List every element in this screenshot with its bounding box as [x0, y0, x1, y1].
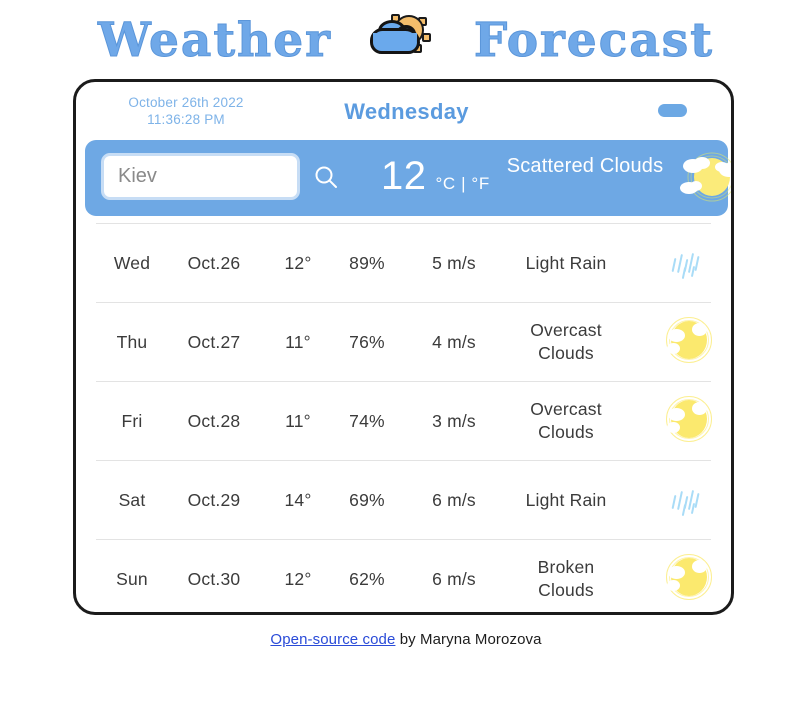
forecast-icon-cell: [652, 303, 724, 381]
search-field-wrapper[interactable]: [101, 153, 300, 200]
rain-icon: [659, 234, 717, 292]
forecast-icon-cell: [652, 461, 724, 539]
forecast-humidity: 76%: [349, 331, 385, 352]
forecast-description: Light Rain: [525, 489, 607, 510]
forecast-wind: 6 m/s: [432, 489, 476, 510]
current-day-name: Wednesday: [344, 99, 469, 124]
table-row: Fri Oct.28 11° 74% 3 m/s Overcast Clouds: [96, 382, 712, 461]
table-row: Thu Oct.27 11° 76% 4 m/s Overcast Clouds: [96, 303, 712, 382]
footer: Open-source code by Maryna Morozova: [0, 631, 812, 648]
forecast-day: Thu: [116, 331, 148, 352]
forecast-description: Broken Clouds: [537, 557, 595, 600]
forecast-humidity: 89%: [349, 252, 385, 273]
forecast-wind: 3 m/s: [432, 410, 476, 431]
current-condition-text: Scattered Clouds: [506, 155, 664, 177]
rain-icon: [659, 471, 717, 529]
forecast-date: Oct.28: [187, 410, 241, 431]
forecast-icon-cell: [652, 224, 724, 302]
forecast-wind: 5 m/s: [432, 252, 476, 273]
forecast-humidity: 74%: [349, 410, 385, 431]
forecast-date: Oct.26: [187, 252, 241, 273]
table-row: Sat Oct.29 14° 69% 6 m/s Light Rain: [96, 461, 711, 540]
forecast-temp: 14°: [284, 489, 312, 510]
forecast-day: Fri: [121, 410, 143, 431]
unit-toggle-switch[interactable]: [658, 104, 687, 117]
forecast-description: Overcast Clouds: [530, 320, 602, 363]
forecast-wind: 4 m/s: [432, 331, 476, 352]
forecast-temp: 11°: [285, 410, 311, 431]
forecast-icon-cell: [652, 540, 724, 612]
forecast-day: Sat: [118, 489, 146, 510]
page-title: Weather Forecast: [0, 6, 812, 74]
page-title-left: Weather: [98, 12, 332, 68]
search-icon[interactable]: [313, 164, 339, 190]
forecast-temp: 12°: [284, 568, 312, 589]
current-temperature-block: 12 °C | °F: [381, 154, 490, 198]
current-weather-band: 12 °C | °F Scattered Clouds: [85, 140, 731, 216]
overcast-clouds-icon: [659, 392, 717, 450]
sun-behind-scattered-clouds-icon: [679, 150, 731, 206]
forecast-wind: 6 m/s: [432, 568, 476, 589]
broken-clouds-icon: [659, 550, 717, 608]
temperature-units-toggle[interactable]: °C | °F: [436, 174, 490, 194]
weather-card: October 26th 2022 11:36:28 PM Wednesday …: [73, 79, 734, 615]
card-header: October 26th 2022 11:36:28 PM Wednesday: [76, 82, 731, 137]
forecast-day: Wed: [113, 252, 151, 273]
sun-behind-cloud-icon: [366, 14, 440, 66]
open-source-code-link[interactable]: Open-source code: [270, 631, 395, 648]
forecast-table: Wed Oct.26 12° 89% 5 m/s Light Rain Thu …: [76, 223, 731, 612]
forecast-description: Light Rain: [525, 252, 607, 273]
search-input[interactable]: [104, 156, 297, 197]
forecast-date: Oct.29: [187, 489, 241, 510]
forecast-day: Sun: [116, 568, 148, 589]
forecast-temp: 11°: [285, 331, 311, 352]
footer-author: by Maryna Morozova: [395, 631, 542, 648]
forecast-date: Oct.30: [187, 568, 241, 589]
overcast-clouds-icon: [659, 313, 717, 371]
forecast-temp: 12°: [284, 252, 312, 273]
forecast-humidity: 69%: [349, 489, 385, 510]
page-title-right: Forecast: [473, 12, 714, 68]
forecast-date: Oct.27: [187, 331, 241, 352]
current-temperature-value: 12: [381, 154, 427, 198]
table-row: Sun Oct.30 12° 62% 6 m/s Broken Clouds: [96, 540, 712, 612]
table-row: Wed Oct.26 12° 89% 5 m/s Light Rain: [96, 223, 711, 303]
forecast-humidity: 62%: [349, 568, 385, 589]
forecast-icon-cell: [652, 382, 724, 460]
forecast-description: Overcast Clouds: [530, 399, 602, 442]
